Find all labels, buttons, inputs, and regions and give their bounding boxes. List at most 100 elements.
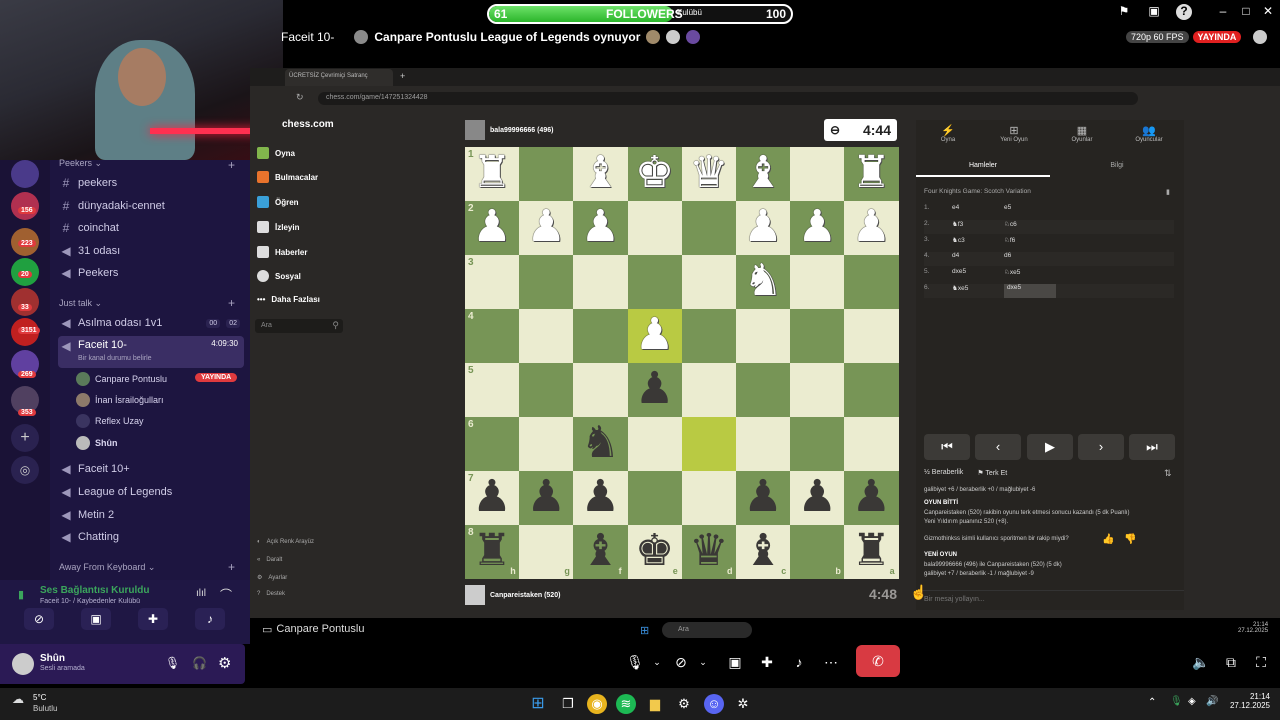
volume-icon[interactable]: 🔈 <box>1186 648 1216 676</box>
channel-status[interactable]: Bir kanal durumu belirle <box>78 355 152 362</box>
board-square[interactable] <box>844 255 899 309</box>
voice-channel[interactable]: ◀ Peekers <box>58 263 244 283</box>
nav-social[interactable]: Sosyal <box>257 270 301 282</box>
text-channel[interactable]: # peekers <box>58 173 244 193</box>
white-move[interactable]: d4 <box>952 252 1004 266</box>
panel-tab-play[interactable]: ⚡ Oyna <box>918 124 978 143</box>
thumbs-up-icon[interactable]: 👍 <box>1102 534 1114 545</box>
black-move[interactable]: ♘c6 <box>1004 220 1056 234</box>
nav-puzzles[interactable]: Bulmacalar <box>257 171 318 183</box>
white-move[interactable]: dxe5 <box>952 268 1004 282</box>
board-square[interactable] <box>790 417 845 471</box>
nav-learn[interactable]: Öğren <box>257 196 299 208</box>
discord-icon[interactable]: ☺ <box>704 694 724 714</box>
nav-watch[interactable]: İzleyin <box>257 221 299 233</box>
category-peekers[interactable]: Peekers ⌄ <box>59 158 102 169</box>
board-square[interactable] <box>736 309 791 363</box>
first-move-button[interactable]: ⏮ <box>924 434 970 460</box>
player-name[interactable]: bala99996666 (496) <box>490 127 553 134</box>
white-bishop[interactable]: ♝ <box>573 147 627 201</box>
voice-user[interactable]: Shûn <box>76 434 118 452</box>
prev-move-button[interactable]: ‹ <box>975 434 1021 460</box>
category-away[interactable]: Away From Keyboard ⌄ <box>59 562 155 573</box>
chrome-icon[interactable]: ◉ <box>587 694 607 714</box>
white-pawn[interactable]: ♟ <box>573 201 627 255</box>
panel-tab-players[interactable]: 👥 Oyuncular <box>1119 124 1179 143</box>
chess-search[interactable]: Ara ⚲ <box>255 319 343 333</box>
voice-channel-path[interactable]: Faceit 10- / Kaybedenler Kulübü <box>40 598 140 605</box>
avatar[interactable] <box>465 585 485 605</box>
maximize-icon[interactable]: □ <box>1238 4 1254 20</box>
black-pawn[interactable]: ♟ <box>519 471 573 525</box>
board-square[interactable] <box>519 309 574 363</box>
white-queen[interactable]: ♛ <box>682 147 736 201</box>
board-square[interactable] <box>681 363 736 417</box>
play-button[interactable]: ▶ <box>1027 434 1073 460</box>
board-square[interactable] <box>519 255 574 309</box>
black-pawn[interactable]: ♟ <box>628 363 682 417</box>
white-move[interactable]: e4 <box>952 204 1004 218</box>
board-square[interactable] <box>627 201 682 255</box>
taskbar-clock[interactable]: 21:14 27.12.2025 <box>1222 692 1270 710</box>
nav-collapse[interactable]: « Daralt <box>257 557 282 563</box>
nav-settings[interactable]: ⚙ Ayarlar <box>257 574 287 582</box>
board-square[interactable] <box>844 309 899 363</box>
board-square[interactable] <box>519 417 574 471</box>
new-tab-icon[interactable]: + <box>400 71 405 81</box>
voice-user[interactable]: İnan İsrailoğulları <box>76 391 164 409</box>
thumbs-down-icon[interactable]: 👎 <box>1124 534 1136 545</box>
white-move[interactable]: ♞f3 <box>952 220 1004 234</box>
black-move[interactable]: ♘f6 <box>1004 236 1056 250</box>
white-pawn[interactable]: ♟ <box>844 201 898 255</box>
board-square[interactable] <box>627 417 682 471</box>
black-move[interactable]: ♘xe5 <box>1004 268 1056 282</box>
voice-channel[interactable]: ◀ Asılma odası 1v1 00 02 <box>58 313 244 333</box>
screen-share-button[interactable]: ▣ <box>720 648 750 676</box>
add-channel-icon[interactable]: + <box>228 296 235 310</box>
add-channel-icon[interactable]: + <box>228 158 235 172</box>
mic-icon[interactable]: 🎙 <box>165 656 180 670</box>
avatar[interactable] <box>465 120 485 140</box>
black-pawn[interactable]: ♟ <box>573 471 627 525</box>
explore-icon[interactable]: ◎ <box>11 456 39 484</box>
server-icon[interactable] <box>11 288 39 316</box>
disconnect-button[interactable]: ✆ <box>856 645 900 677</box>
server-icon[interactable] <box>11 192 39 220</box>
network-icon[interactable]: ◈ <box>1188 696 1196 707</box>
close-icon[interactable]: ✕ <box>1260 4 1276 20</box>
soundboard-button[interactable]: ♪ <box>784 648 814 676</box>
white-move[interactable]: ♞c3 <box>952 236 1004 250</box>
folder-icon[interactable]: ▆ <box>645 694 665 714</box>
add-server-icon[interactable]: + <box>11 424 39 452</box>
category-just-talk[interactable]: Just talk ⌄ <box>59 298 102 309</box>
voice-channel[interactable]: ◀ Chatting <box>58 527 244 547</box>
chess-logo[interactable]: chess.com <box>282 119 334 130</box>
board-square[interactable] <box>790 255 845 309</box>
opening-name[interactable]: Four Knights Game: Scotch Variation <box>924 188 1031 195</box>
board-square[interactable] <box>790 309 845 363</box>
camera-off-button[interactable]: ⊘ <box>24 608 54 630</box>
tray-chevron-icon[interactable]: ⌃ <box>1148 697 1156 708</box>
voice-channel[interactable]: ◀ Faceit 10+ <box>58 459 244 479</box>
white-move[interactable]: ♞xe5 <box>952 284 1004 298</box>
disconnect-icon[interactable]: ⌒ <box>220 586 232 603</box>
last-move-button[interactable]: ⏭ <box>1129 434 1175 460</box>
next-move-button[interactable]: › <box>1078 434 1124 460</box>
white-pawn[interactable]: ♟ <box>736 201 790 255</box>
avatar[interactable] <box>1253 30 1268 44</box>
board-square[interactable] <box>736 417 791 471</box>
flag-icon[interactable]: ⚑ <box>1116 4 1132 20</box>
more-options-icon[interactable]: ⋯ <box>816 648 846 676</box>
spotify-icon[interactable]: ≋ <box>616 694 636 714</box>
voice-status[interactable]: Ses Bağlantısı Kuruldu <box>40 585 149 596</box>
book-icon[interactable]: ▮ <box>1166 188 1170 196</box>
flip-board-icon[interactable]: ⇅ <box>1164 468 1172 479</box>
board-square[interactable] <box>681 201 736 255</box>
panel-tab-new-game[interactable]: ⊞ Yeni Oyun <box>984 124 1044 143</box>
white-pawn[interactable]: ♟ <box>519 201 573 255</box>
voice-channel-active[interactable]: ◀ Faceit 10- 4:09:30 <box>58 336 244 368</box>
black-move[interactable]: dxe5 <box>1004 284 1056 298</box>
text-channel[interactable]: # dünyadaki-cennet <box>58 196 244 216</box>
fullscreen-icon[interactable]: ⛶ <box>1246 648 1276 676</box>
black-pawn[interactable]: ♟ <box>790 471 844 525</box>
